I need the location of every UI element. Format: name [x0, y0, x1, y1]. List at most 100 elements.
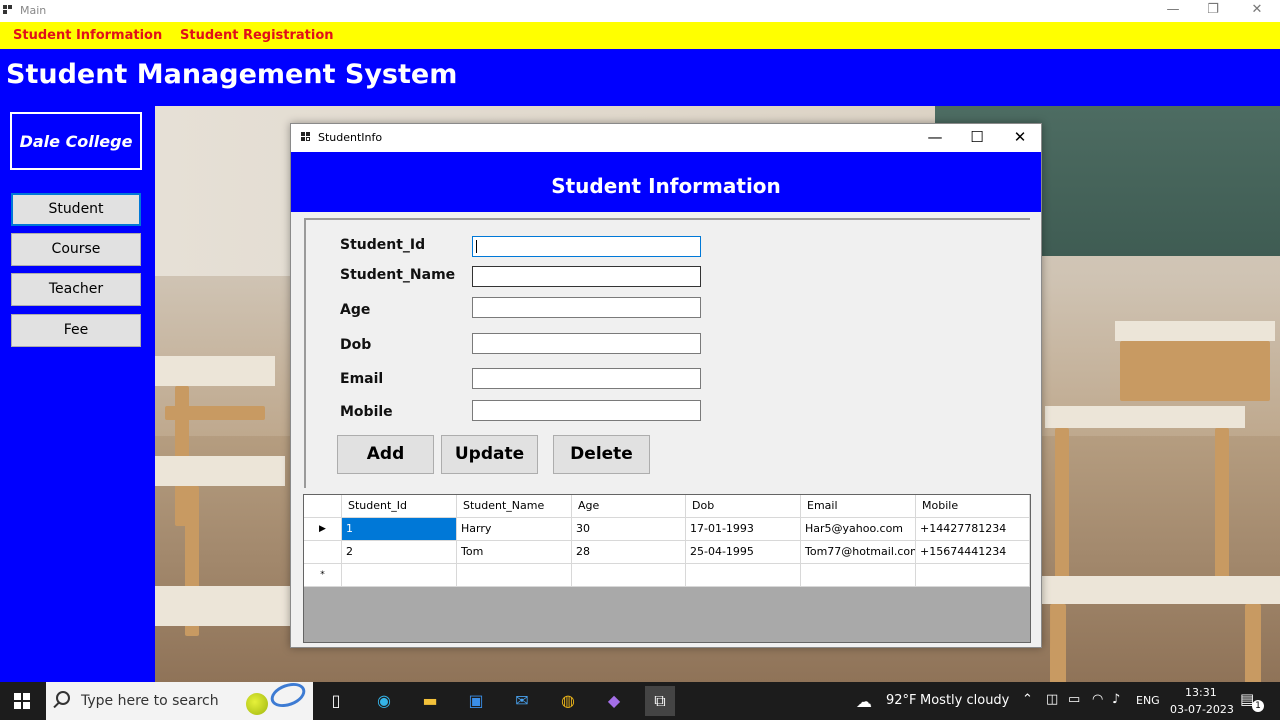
student-name-input[interactable] [472, 266, 701, 287]
sidebar-button-course[interactable]: Course [11, 233, 141, 266]
label-email: Email [340, 371, 384, 387]
label-mobile: Mobile [340, 404, 393, 420]
grid-corner-header [304, 495, 342, 518]
column-header-email[interactable]: Email [801, 495, 916, 518]
college-label-box: Dale College [10, 112, 142, 170]
taskbar: Type here to search ▯ ◉ ▬ ▣ ✉ ◍ ◆ ⧉ ☁ 92… [0, 678, 1280, 720]
child-maximize-button[interactable]: ☐ [955, 124, 999, 152]
child-close-button[interactable]: ✕ [998, 124, 1042, 152]
sidebar-button-student[interactable]: Student [11, 193, 141, 226]
store-icon[interactable]: ▣ [461, 686, 491, 716]
grid-cell[interactable]: 25-04-1995 [686, 541, 801, 564]
language-indicator[interactable]: ENG [1136, 694, 1160, 707]
grid-cell[interactable]: 17-01-1993 [686, 518, 801, 541]
grid-cell[interactable]: 30 [572, 518, 686, 541]
weather-cloud-icon: ☁ [856, 692, 872, 711]
grid-cell[interactable] [457, 564, 572, 587]
menubar: Student Information Student Registration [0, 22, 1280, 49]
volume-icon[interactable]: ♪ [1112, 692, 1120, 707]
grid-cell[interactable]: Tom [457, 541, 572, 564]
grid-cell[interactable]: Tom77@hotmail.com [801, 541, 916, 564]
clock-time[interactable]: 13:31 [1185, 686, 1217, 699]
menu-student-registration[interactable]: Student Registration [180, 28, 334, 43]
mobile-input[interactable] [472, 400, 701, 421]
notification-count-badge: 1 [1252, 700, 1264, 712]
child-minimize-button[interactable]: — [913, 124, 957, 152]
email-input[interactable] [472, 368, 701, 389]
close-button[interactable]: ✕ [1234, 0, 1280, 22]
students-data-grid[interactable]: Student_Id Student_Name Age Dob Email Mo… [303, 494, 1031, 643]
page-title: Student Management System [6, 59, 458, 90]
app-header: Student Management System [0, 49, 1280, 106]
column-header-age[interactable]: Age [572, 495, 686, 518]
search-icon [56, 691, 70, 705]
sidebar-button-teacher[interactable]: Teacher [11, 273, 141, 306]
student-info-window: StudentInfo — ☐ ✕ Student Information St… [290, 123, 1042, 648]
task-view-icon[interactable]: ▯ [321, 686, 351, 716]
grid-cell[interactable] [916, 564, 1030, 587]
weather-condition[interactable]: Mostly cloudy [920, 693, 1009, 708]
grid-cell[interactable] [342, 564, 457, 587]
grid-cell[interactable]: Harry [457, 518, 572, 541]
main-window-title: Main [20, 4, 47, 17]
add-button[interactable]: Add [337, 435, 434, 474]
clock-date[interactable]: 03-07-2023 [1170, 703, 1234, 716]
row-header-new[interactable]: * [304, 564, 342, 587]
visual-studio-icon[interactable]: ◆ [599, 686, 629, 716]
row-header[interactable] [304, 541, 342, 564]
dob-input[interactable] [472, 333, 701, 354]
tennis-racket-icon [267, 678, 309, 712]
age-input[interactable] [472, 297, 701, 318]
sidebar: Dale College Student Course Teacher Fee [0, 106, 155, 682]
taskbar-search-box[interactable]: Type here to search [46, 678, 313, 720]
file-explorer-icon[interactable]: ▬ [415, 686, 445, 716]
mail-icon[interactable]: ✉ [507, 686, 537, 716]
battery-icon[interactable]: ▭ [1068, 692, 1080, 707]
restore-button[interactable]: ❐ [1190, 0, 1236, 22]
grid-cell[interactable]: 28 [572, 541, 686, 564]
weather-temperature[interactable]: 92°F [886, 693, 917, 708]
start-button[interactable] [0, 682, 46, 720]
column-header-dob[interactable]: Dob [686, 495, 801, 518]
tennis-ball-icon [246, 693, 268, 715]
grid-cell[interactable]: 1 [342, 518, 457, 541]
grid-cell[interactable] [686, 564, 801, 587]
grid-cell[interactable]: Har5@yahoo.com [801, 518, 916, 541]
label-student-name: Student_Name [340, 267, 456, 283]
column-header-mobile[interactable]: Mobile [916, 495, 1030, 518]
student-info-header: Student Information [291, 152, 1041, 212]
column-header-student-name[interactable]: Student_Name [457, 495, 572, 518]
chrome-icon[interactable]: ◍ [553, 686, 583, 716]
running-app-icon[interactable]: ⧉ [645, 686, 675, 716]
sidebar-button-fee[interactable]: Fee [11, 314, 141, 347]
wifi-icon[interactable]: ◠ [1092, 692, 1103, 707]
search-placeholder: Type here to search [81, 693, 219, 709]
label-student-id: Student_Id [340, 237, 426, 253]
window-icon [301, 132, 312, 143]
label-age: Age [340, 302, 371, 318]
student-info-titlebar: StudentInfo — ☐ ✕ [291, 124, 1041, 152]
table-row[interactable]: ▶ 1 Harry 30 17-01-1993 Har5@yahoo.com +… [304, 518, 1030, 541]
chevron-up-icon[interactable]: ⌃ [1022, 692, 1033, 707]
student-info-window-title: StudentInfo [318, 131, 383, 144]
new-row[interactable]: * [304, 564, 1030, 587]
college-name: Dale College [19, 132, 133, 151]
grid-cell[interactable]: +14427781234 [916, 518, 1030, 541]
grid-cell[interactable]: +15674441234 [916, 541, 1030, 564]
app-icon [3, 5, 13, 15]
menu-student-information[interactable]: Student Information [13, 28, 162, 43]
grid-cell[interactable] [801, 564, 916, 587]
table-row[interactable]: 2 Tom 28 25-04-1995 Tom77@hotmail.com +1… [304, 541, 1030, 564]
edge-icon[interactable]: ◉ [369, 686, 399, 716]
grid-cell[interactable] [572, 564, 686, 587]
meet-now-icon[interactable]: ◫ [1046, 692, 1058, 707]
delete-button[interactable]: Delete [553, 435, 650, 474]
grid-cell[interactable]: 2 [342, 541, 457, 564]
student-id-input[interactable] [472, 236, 701, 257]
label-dob: Dob [340, 337, 372, 353]
column-header-student-id[interactable]: Student_Id [342, 495, 457, 518]
row-header-current[interactable]: ▶ [304, 518, 342, 541]
update-button[interactable]: Update [441, 435, 538, 474]
student-info-heading: Student Information [551, 174, 781, 198]
main-titlebar: Main — ❐ ✕ [0, 0, 1280, 22]
